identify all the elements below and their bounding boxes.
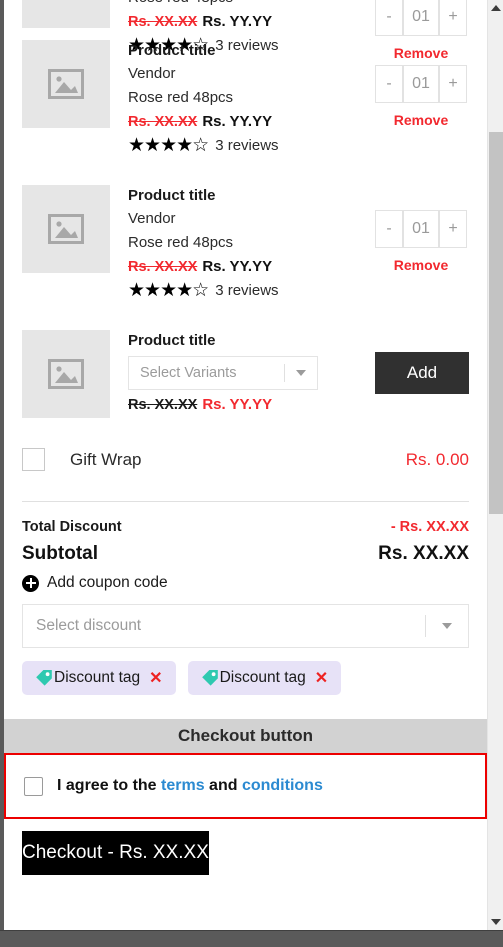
- quantity-stepper[interactable]: - 01 +: [375, 65, 467, 103]
- product-thumbnail: [22, 40, 110, 128]
- cart-item: Product title Vendor Rose red 48pcs Rs. …: [22, 0, 469, 61]
- cart-panel: Product title Vendor Rose red 48pcs Rs. …: [4, 0, 487, 930]
- product-price-current: Rs. YY.YY: [202, 13, 273, 30]
- upsell-price: Rs. XX.XX Rs. YY.YY: [128, 393, 469, 417]
- quantity-increase-button[interactable]: +: [439, 65, 467, 103]
- cart-item: Product title Vendor Rose red 48pcs Rs. …: [22, 185, 469, 302]
- remove-item-button[interactable]: Remove: [394, 112, 448, 128]
- product-rating: ★★★★☆ 3 reviews: [128, 135, 469, 157]
- scroll-down-arrow-icon[interactable]: [488, 914, 503, 930]
- subtotal-label: Subtotal: [22, 543, 98, 564]
- product-thumbnail: [22, 330, 110, 418]
- upsell-item: Product title Select Variants Rs. XX.XX R…: [22, 330, 469, 418]
- discount-select[interactable]: Select discount: [22, 604, 469, 648]
- terms-text: I agree to the terms and conditions: [57, 777, 323, 795]
- product-title: Product title: [128, 187, 216, 204]
- terms-agreement-row: I agree to the terms and conditions: [4, 753, 487, 819]
- terms-checkbox[interactable]: [24, 776, 43, 796]
- variant-select[interactable]: Select Variants: [128, 356, 318, 390]
- review-count: 3 reviews: [215, 282, 279, 299]
- image-placeholder-icon: [48, 69, 84, 99]
- quantity-value[interactable]: 01: [403, 65, 439, 103]
- close-icon[interactable]: ✕: [149, 668, 162, 688]
- total-discount-value: - Rs. XX.XX: [390, 519, 469, 535]
- product-rating: ★★★★☆ 3 reviews: [128, 280, 469, 302]
- quantity-increase-button[interactable]: +: [439, 0, 467, 36]
- totals-section: Total Discount - Rs. XX.XX Subtotal Rs. …: [4, 519, 487, 695]
- checkout-section-header: Checkout button: [4, 719, 487, 753]
- terms-prefix: I agree to the: [57, 777, 162, 794]
- variant-select-placeholder: Select Variants: [140, 365, 237, 381]
- product-title: Product title: [128, 332, 216, 349]
- conditions-link[interactable]: conditions: [242, 777, 323, 794]
- product-price-original: Rs. XX.XX: [128, 14, 198, 30]
- image-placeholder-icon: [48, 214, 84, 244]
- product-price-current: Rs. YY.YY: [202, 113, 273, 130]
- add-to-cart-button[interactable]: Add: [375, 352, 469, 394]
- quantity-value[interactable]: 01: [403, 0, 439, 36]
- add-coupon-code-button[interactable]: Add coupon code: [22, 574, 469, 592]
- section-divider: [22, 501, 469, 502]
- discount-tag-chip[interactable]: Discount tag ✕: [187, 661, 342, 695]
- gift-wrap-row: Gift Wrap Rs. 0.00: [4, 448, 487, 471]
- tag-icon: [36, 670, 52, 686]
- gift-wrap-checkbox[interactable]: [22, 448, 45, 471]
- checkout-button[interactable]: Checkout - Rs. XX.XX: [22, 831, 209, 875]
- product-price-original: Rs. XX.XX: [128, 397, 198, 413]
- total-discount-row: Total Discount - Rs. XX.XX: [22, 519, 469, 535]
- quantity-controls: - 01 + Remove: [373, 210, 469, 273]
- star-rating-icon: ★★★★☆: [128, 135, 209, 156]
- quantity-value[interactable]: 01: [403, 210, 439, 248]
- add-coupon-code-label: Add coupon code: [47, 574, 168, 591]
- discount-tag-chip[interactable]: Discount tag ✕: [22, 661, 176, 695]
- cart-item: Product title Vendor Rose red 48pcs Rs. …: [22, 40, 469, 157]
- window-bottom-bar: [0, 930, 503, 947]
- product-price-current: Rs. YY.YY: [202, 258, 273, 275]
- discount-tag-label: Discount tag: [219, 669, 306, 686]
- quantity-controls: - 01 + Remove: [373, 65, 469, 128]
- star-rating-icon: ★★★★☆: [128, 280, 209, 301]
- product-price-original: Rs. XX.XX: [128, 114, 198, 130]
- terms-middle: and: [204, 777, 242, 794]
- close-icon[interactable]: ✕: [315, 668, 328, 688]
- quantity-stepper[interactable]: - 01 +: [375, 210, 467, 248]
- tag-icon: [201, 670, 218, 686]
- scrollbar-thumb[interactable]: [489, 132, 503, 514]
- plus-circle-icon: [22, 574, 39, 592]
- discount-tags-list: Discount tag ✕ Discount tag ✕: [22, 661, 469, 695]
- chevron-down-icon[interactable]: [285, 370, 317, 376]
- quantity-decrease-button[interactable]: -: [375, 65, 403, 103]
- quantity-increase-button[interactable]: +: [439, 210, 467, 248]
- discount-tag-label: Discount tag: [54, 669, 141, 686]
- quantity-stepper[interactable]: - 01 +: [375, 0, 467, 36]
- review-count: 3 reviews: [215, 137, 279, 154]
- discount-select-placeholder: Select discount: [36, 617, 142, 634]
- vertical-scrollbar[interactable]: [487, 0, 503, 930]
- chevron-down-icon[interactable]: [426, 623, 468, 629]
- remove-item-button[interactable]: Remove: [394, 257, 448, 273]
- checkout-section-label: Checkout button: [177, 726, 314, 745]
- quantity-decrease-button[interactable]: -: [375, 0, 403, 36]
- product-price-original: Rs. XX.XX: [128, 259, 198, 275]
- window-left-edge: [0, 0, 4, 930]
- product-thumbnail: [22, 0, 110, 28]
- product-title: Product title: [128, 42, 216, 59]
- total-discount-label: Total Discount: [22, 519, 122, 535]
- terms-link[interactable]: terms: [161, 777, 205, 794]
- gift-wrap-price: Rs. 0.00: [405, 449, 469, 469]
- quantity-decrease-button[interactable]: -: [375, 210, 403, 248]
- subtotal-row: Subtotal Rs. XX.XX: [22, 543, 469, 565]
- subtotal-value: Rs. XX.XX: [378, 543, 469, 564]
- product-thumbnail: [22, 185, 110, 273]
- image-placeholder-icon: [48, 359, 84, 389]
- gift-wrap-label: Gift Wrap: [70, 449, 142, 469]
- scroll-up-arrow-icon[interactable]: [488, 0, 503, 16]
- product-price-current: Rs. YY.YY: [202, 396, 273, 413]
- cart-items-list: Product title Vendor Rose red 48pcs Rs. …: [4, 0, 487, 418]
- cart-drawer-screen: s g Product title Vendor Rose: [0, 0, 503, 947]
